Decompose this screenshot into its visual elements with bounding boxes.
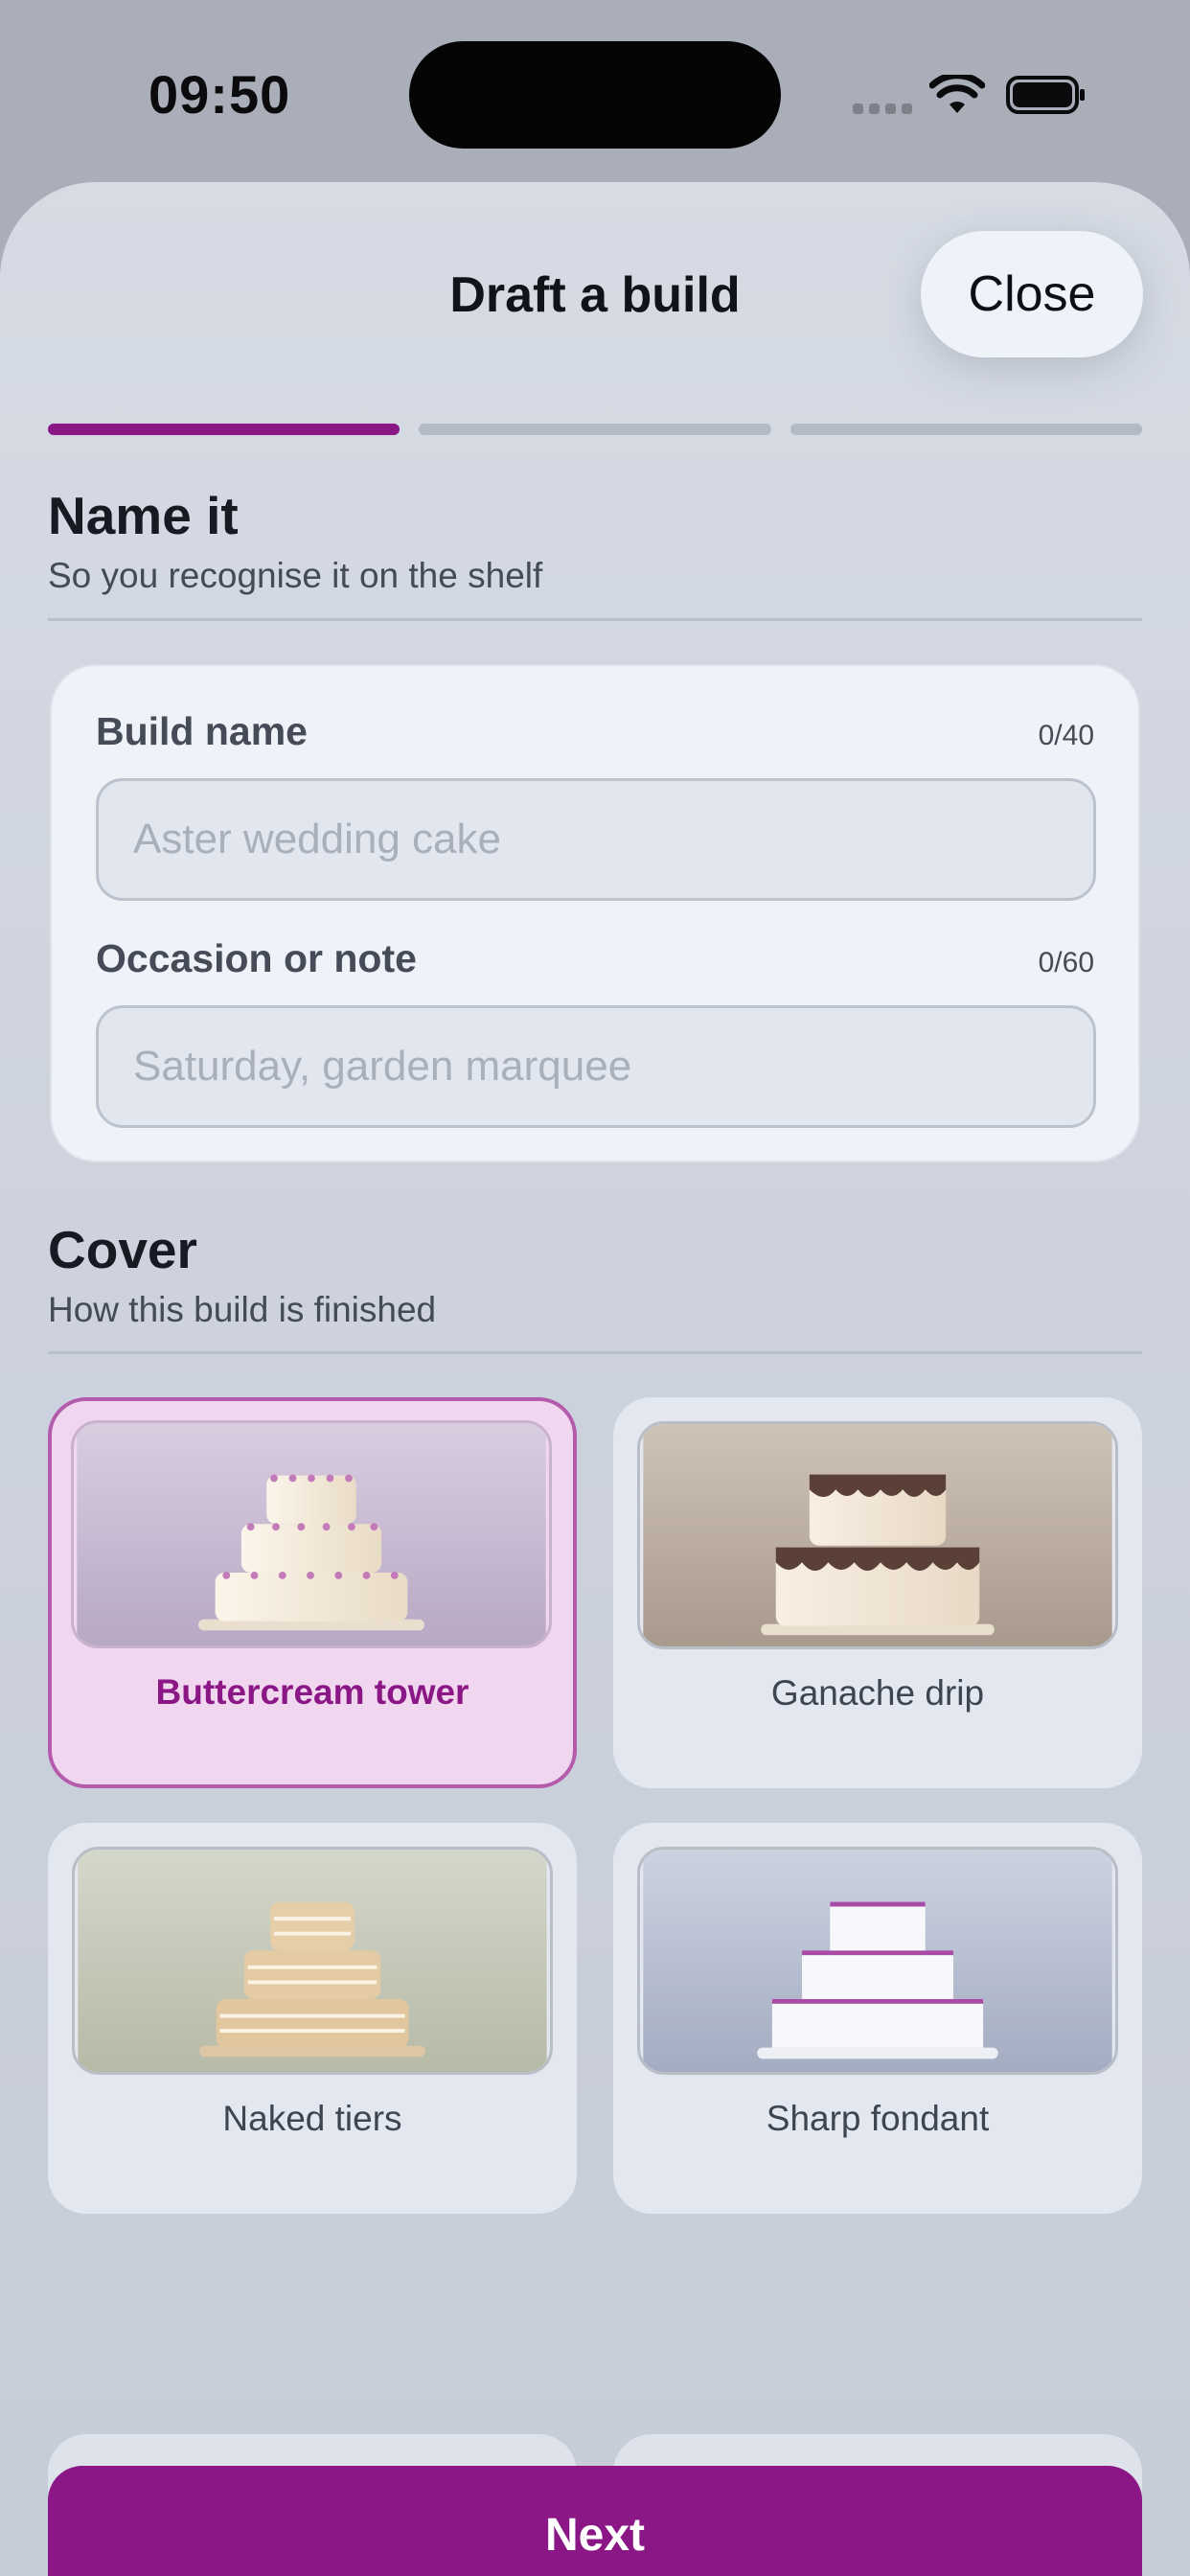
- cover-option-label: Ganache drip: [770, 1673, 985, 1713]
- cover-option-label: Naked tiers: [222, 2099, 402, 2138]
- buttercream-cake-icon: [71, 1420, 552, 1648]
- build-name-input[interactable]: [96, 778, 1096, 901]
- wifi-icon: [929, 75, 985, 113]
- cover-section-title: Cover: [48, 1220, 197, 1279]
- cellular-signal-icon: [853, 104, 912, 115]
- build-name-label: Build name: [96, 709, 308, 753]
- name-fields-card: Build name 0/40 Occasion or note 0/60: [50, 664, 1140, 1162]
- cover-option-label: Sharp fondant: [766, 2099, 990, 2138]
- occasion-input[interactable]: [96, 1005, 1096, 1128]
- cover-option-ganache-drip[interactable]: Ganache drip: [613, 1397, 1142, 1788]
- step-progress: [48, 424, 1142, 435]
- fondant-cake-icon: [637, 1847, 1118, 2075]
- naked-cake-icon: [72, 1847, 553, 2075]
- draft-build-sheet: Draft a build Close Name it So you recog…: [0, 182, 1190, 2576]
- status-bar: 09:50: [0, 0, 1190, 182]
- build-name-char-count: 0/40: [1038, 720, 1094, 751]
- name-section-title: Name it: [48, 486, 239, 545]
- progress-step-1: [48, 424, 400, 435]
- cover-option-naked-tiers[interactable]: Naked tiers: [48, 1823, 577, 2214]
- next-button[interactable]: Next: [48, 2466, 1142, 2576]
- cover-option-sharp-fondant[interactable]: Sharp fondant: [613, 1823, 1142, 2214]
- cover-option-label: Buttercream tower: [155, 1672, 469, 1712]
- dynamic-island: [409, 41, 781, 149]
- occasion-char-count: 0/60: [1038, 947, 1094, 978]
- close-button[interactable]: Close: [921, 231, 1143, 357]
- progress-step-3: [790, 424, 1142, 435]
- status-time: 09:50: [149, 64, 291, 125]
- name-section-subtitle: So you recognise it on the shelf: [48, 556, 543, 595]
- battery-icon: [1006, 76, 1085, 114]
- cover-option-buttercream-tower[interactable]: Buttercream tower: [48, 1397, 577, 1788]
- cover-section-subtitle: How this build is finished: [48, 1290, 437, 1329]
- progress-step-2: [419, 424, 771, 435]
- divider: [48, 1351, 1142, 1354]
- occasion-label: Occasion or note: [96, 936, 417, 980]
- divider: [48, 618, 1142, 621]
- ganache-cake-icon: [637, 1421, 1118, 1649]
